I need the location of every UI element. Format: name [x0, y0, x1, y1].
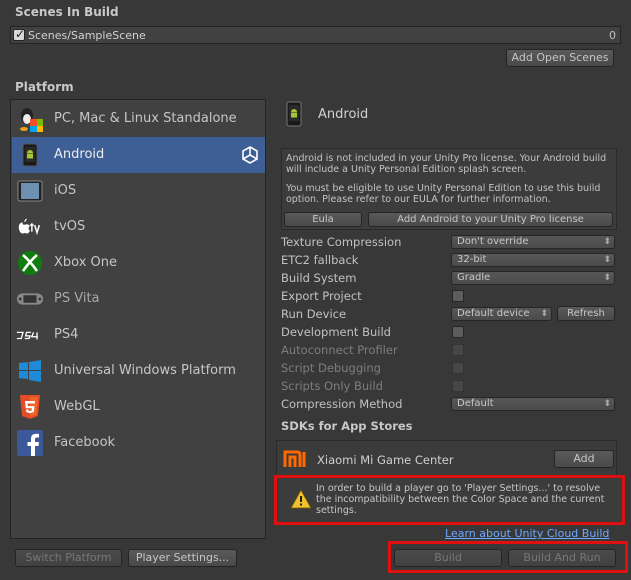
color-space-warning: In order to build a player go to 'Player…: [278, 479, 621, 521]
platform-label: tvOS: [54, 219, 86, 234]
build-button[interactable]: Build: [394, 549, 502, 567]
unity-logo-icon: [241, 146, 259, 167]
platform-item-webgl[interactable]: WebGL: [12, 389, 265, 425]
platform-label: PS4: [54, 327, 79, 342]
add-open-scenes-button[interactable]: Add Open Scenes: [506, 49, 614, 67]
refresh-button[interactable]: Refresh: [557, 306, 615, 321]
add-android-license-button[interactable]: Add Android to your Unity Pro license: [368, 212, 613, 227]
development-build-checkbox[interactable]: [452, 326, 464, 338]
platform-label: PC, Mac & Linux Standalone: [54, 111, 237, 126]
platform-item-ios[interactable]: iOS: [12, 173, 265, 209]
linux-penguin-icon: [16, 105, 44, 133]
eula-button[interactable]: Eula: [284, 212, 362, 227]
scenes-header: Scenes In Build: [15, 5, 119, 19]
android-header-icon: [285, 101, 303, 130]
autoconnect-profiler-checkbox: [452, 344, 464, 356]
run-device-label: Run Device: [281, 307, 347, 321]
sdks-header: SDKs for App Stores: [281, 419, 413, 433]
texture-compression-label: Texture Compression: [281, 235, 402, 249]
platform-item-tvos[interactable]: tvOS: [12, 209, 265, 245]
platform-item-xbox[interactable]: Xbox One: [12, 245, 265, 281]
platform-label: Xbox One: [54, 255, 118, 270]
scene-name: Scenes/SampleScene: [28, 29, 146, 42]
platform-header: Platform: [15, 80, 74, 94]
platform-item-standalone[interactable]: PC, Mac & Linux Standalone: [12, 101, 265, 137]
etc2-fallback-dropdown[interactable]: 32-bit: [451, 253, 615, 267]
platform-label: PS Vita: [54, 291, 100, 306]
compression-method-label: Compression Method: [281, 397, 403, 411]
warning-text: In order to build a player go to 'Player…: [316, 483, 605, 516]
script-debugging-label: Script Debugging: [281, 361, 381, 375]
export-project-label: Export Project: [281, 289, 362, 303]
platform-item-facebook[interactable]: Facebook: [12, 425, 265, 461]
script-debugging-checkbox: [452, 362, 464, 374]
scenes-list[interactable]: Scenes/SampleScene 0: [10, 26, 621, 44]
platform-item-android[interactable]: Android: [12, 137, 265, 173]
player-settings-button[interactable]: Player Settings...: [128, 549, 237, 567]
scene-index: 0: [609, 29, 616, 42]
sdk-name: Xiaomi Mi Game Center: [317, 453, 454, 467]
facebook-icon: [16, 429, 44, 457]
platform-label: Facebook: [54, 435, 116, 450]
license-info-text-1: Android is not included in your Unity Pr…: [286, 153, 607, 175]
android-icon: [16, 141, 44, 169]
autoconnect-profiler-label: Autoconnect Profiler: [281, 343, 398, 357]
sdk-row: Xiaomi Mi Game Center Add: [276, 440, 617, 476]
platform-label: iOS: [54, 183, 77, 198]
build-system-dropdown[interactable]: Gradle: [451, 271, 615, 285]
build-and-run-button[interactable]: Build And Run: [508, 549, 616, 567]
switch-platform-button[interactable]: Switch Platform: [15, 549, 122, 567]
platform-label: Android: [54, 147, 105, 162]
ps4-icon: [16, 321, 44, 349]
platform-item-ps-vita[interactable]: PS Vita: [12, 281, 265, 317]
development-build-label: Development Build: [281, 325, 391, 339]
platform-list: PC, Mac & Linux Standalone Android iOS t…: [10, 99, 266, 539]
xbox-icon: [16, 249, 44, 277]
etc2-fallback-label: ETC2 fallback: [281, 253, 359, 267]
apple-tv-icon: [16, 213, 44, 241]
platform-item-ps4[interactable]: PS4: [12, 317, 265, 353]
sdk-add-button[interactable]: Add: [554, 450, 614, 468]
windows-icon: [16, 357, 44, 385]
scripts-only-build-label: Scripts Only Build: [281, 379, 383, 393]
platform-label: WebGL: [54, 399, 100, 414]
cloud-build-link[interactable]: Learn about Unity Cloud Build: [445, 527, 609, 540]
platform-label: Universal Windows Platform: [54, 363, 236, 378]
xiaomi-logo-icon: [283, 449, 309, 472]
license-info-text-2: You must be eligible to use Unity Person…: [286, 183, 601, 205]
platform-title: Android: [318, 107, 369, 122]
export-project-checkbox[interactable]: [452, 290, 464, 302]
run-device-dropdown[interactable]: Default device: [451, 307, 552, 321]
html5-icon: [16, 393, 44, 421]
ipad-icon: [16, 177, 44, 205]
build-system-label: Build System: [281, 271, 357, 285]
warning-icon: [290, 489, 312, 512]
texture-compression-dropdown[interactable]: Don't override: [451, 235, 615, 249]
ps-vita-icon: [16, 285, 44, 313]
platform-item-uwp[interactable]: Universal Windows Platform: [12, 353, 265, 389]
compression-method-dropdown[interactable]: Default: [451, 397, 615, 411]
scripts-only-build-checkbox: [452, 380, 464, 392]
scene-checkbox[interactable]: [13, 27, 25, 41]
